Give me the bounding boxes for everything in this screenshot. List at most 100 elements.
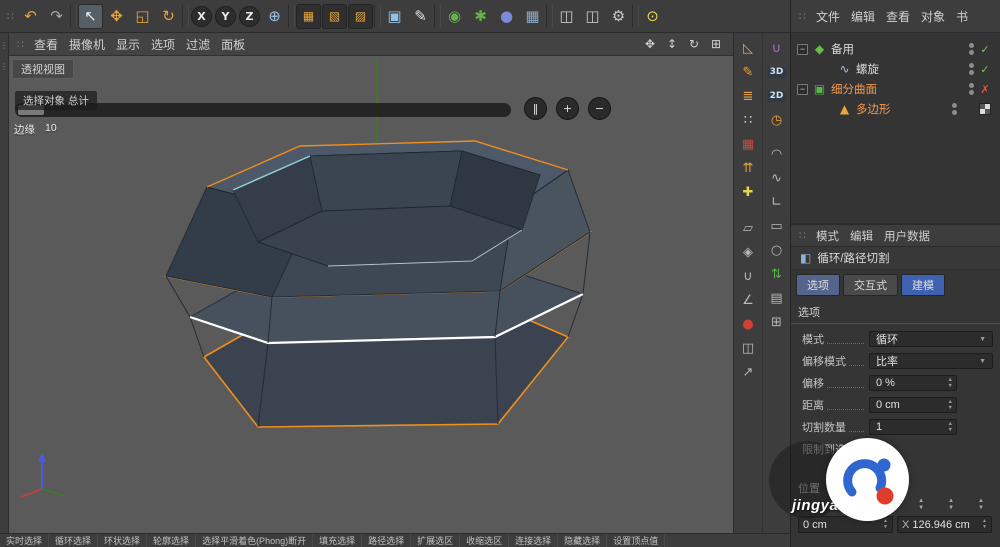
spinner-arrows[interactable]: ▲ ▼ [948,377,953,389]
object-row[interactable]: − ▣ 细分曲面 ✗ [791,79,1000,99]
attribute-number-field[interactable]: 0 % ▲ ▼ [869,375,957,391]
selection-tool-item[interactable]: 轮廓选择 [147,534,197,547]
render-visibility-dot[interactable] [969,90,974,95]
attribute-tab[interactable]: 交互式 [843,274,898,296]
spinner-arrows[interactable]: ▲ ▼ [978,498,984,511]
2d-snap-badge[interactable]: 2D [766,87,788,106]
render-picture-viewer-icon[interactable]: ◫ [580,4,605,29]
selection-tool-item[interactable]: 设置顶点值 [607,534,666,547]
viewport-menu-item[interactable]: 过滤 [181,33,215,56]
render-settings-icon[interactable]: ⚙ [606,4,631,29]
panel-grip-icon[interactable]: ∷ [795,10,810,23]
3d-snap-badge[interactable]: 3D [766,63,788,82]
plane-icon[interactable]: ▱ [737,219,759,238]
rotate-tool-icon[interactable]: ↻ [156,4,181,29]
brush-icon[interactable]: ✎ [737,63,759,82]
minus-button[interactable]: − [588,97,611,120]
enabled-mark[interactable]: ✓ [979,43,991,56]
pause-button[interactable]: ‖ [524,97,547,120]
rect-icon[interactable]: ▭ [766,217,788,236]
make-editable-cube-icon[interactable]: ▣ [382,4,407,29]
render-visibility-dot[interactable] [969,50,974,55]
mirror-icon[interactable]: ◫ [737,339,759,358]
modeling-mode-icon-2[interactable]: ▧ [322,3,347,29]
corner-icon[interactable]: ∟ [766,193,788,212]
swap-arrows-icon[interactable]: ⇅ [766,265,788,284]
visibility-toggles[interactable] [969,43,974,55]
panel-menu-item[interactable]: 编辑 [846,5,880,28]
move-tool-icon[interactable]: ✥ [104,4,129,29]
object-row[interactable]: ▲ 多边形 [791,99,1000,119]
spinner-arrows[interactable]: ▲ ▼ [948,498,954,511]
guide-icon[interactable]: ∠ [737,291,759,310]
arc-icon[interactable]: ◠ [766,145,788,164]
selection-tool-item[interactable]: 填充选择 [313,534,363,547]
object-label[interactable]: 细分曲面 [831,81,877,97]
grid-icon[interactable]: ⊞ [766,313,788,332]
circle-icon[interactable]: ○ [766,241,788,260]
axis-xyz-icon[interactable]: ✚ [737,183,759,202]
attribute-menu-item[interactable]: 用户数据 [879,225,935,247]
viewport-menu-item[interactable]: 面板 [216,33,250,56]
z-axis-lock-button[interactable]: Z [239,5,260,27]
object-row[interactable]: ∿ 螺旋 ✓ [791,59,1000,79]
layout-view-icon[interactable]: ⊞ [707,35,725,53]
zoom-view-icon[interactable]: ↕ [663,35,681,53]
visibility-toggles[interactable] [952,103,957,115]
viewport-tab[interactable]: 透视视图 [12,59,74,79]
expand-toggle[interactable]: − [797,43,808,55]
selection-tool-item[interactable]: 连接选择 [509,534,559,547]
rotate-view-icon[interactable]: ↻ [685,35,703,53]
attribute-dropdown[interactable]: 比率 ▼ [869,353,993,369]
selection-tool-item[interactable]: 扩展选区 [411,534,461,547]
layer-stack-icon[interactable]: ≣ [737,87,759,106]
selection-tool-item[interactable]: 循环选择 [49,534,99,547]
panel-menu-item[interactable]: 对象 [916,5,950,28]
magnet-icon[interactable]: ∪ [766,39,788,58]
timer-icon[interactable]: ◷ [766,111,788,130]
editor-visibility-dot[interactable] [969,83,974,88]
visibility-toggles[interactable] [969,83,974,95]
spinner-arrows[interactable]: ▲ ▼ [948,421,953,433]
volume-icon[interactable]: ● [494,4,519,29]
selection-tool-item[interactable]: 环状选择 [98,534,148,547]
editor-visibility-dot[interactable] [969,43,974,48]
viewport-grip-icon[interactable]: ∷ [13,38,28,51]
expand-toggle[interactable]: − [797,83,808,95]
hexagon-model[interactable] [163,140,593,428]
light-icon[interactable]: ⊙ [640,4,665,29]
render-view-icon[interactable]: ◫ [554,4,579,29]
modeling-mode-icon-3[interactable]: ▨ [348,3,373,29]
attribute-grip-icon[interactable]: ∷ [795,229,810,242]
array-icon[interactable]: ▦ [520,4,545,29]
pin-icon[interactable]: ● [737,315,759,334]
viewport-menu-item[interactable]: 显示 [111,33,145,56]
object-label[interactable]: 多边形 [856,101,891,117]
scale-tool-icon[interactable]: ◱ [130,4,155,29]
snap-icon[interactable]: ∪ [737,267,759,286]
plus-button[interactable]: + [556,97,579,120]
pan-view-icon[interactable]: ✥ [641,35,659,53]
point-grid-icon[interactable]: ∷ [737,111,759,130]
spline-icon[interactable]: ∿ [766,169,788,188]
y-axis-lock-button[interactable]: Y [215,5,236,27]
panel-menu-item[interactable]: 书 [951,5,973,28]
dock-grip-bottom[interactable]: ⋮ [0,62,8,71]
viewport-canvas[interactable] [9,56,733,533]
panel-menu-item[interactable]: 文件 [811,5,845,28]
measure-icon[interactable]: ◺ [737,39,759,58]
object-label[interactable]: 螺旋 [856,61,879,77]
texture-tag-icon[interactable] [979,103,991,115]
redo-icon[interactable]: ↷ [44,4,69,29]
arrange-icon[interactable]: ↗ [737,363,759,382]
perspective-viewport[interactable]: 透视视图 选择对象 总计 ‖ + − 边缘 10 [9,56,733,533]
attribute-menu-item[interactable]: 编辑 [845,225,878,247]
modeling-mode-icon-1[interactable]: ▦ [296,3,321,29]
enabled-mark[interactable]: ✗ [979,83,991,96]
viewport-menu-item[interactable]: 选项 [146,33,180,56]
selection-tool-item[interactable]: 隐藏选择 [558,534,608,547]
render-visibility-dot[interactable] [952,110,957,115]
selection-tool-item[interactable]: 路径选择 [362,534,412,547]
selection-tool-item[interactable]: 选择平滑着色(Phong)断开 [196,534,314,547]
spinner-arrows[interactable]: ▲ ▼ [883,519,888,530]
